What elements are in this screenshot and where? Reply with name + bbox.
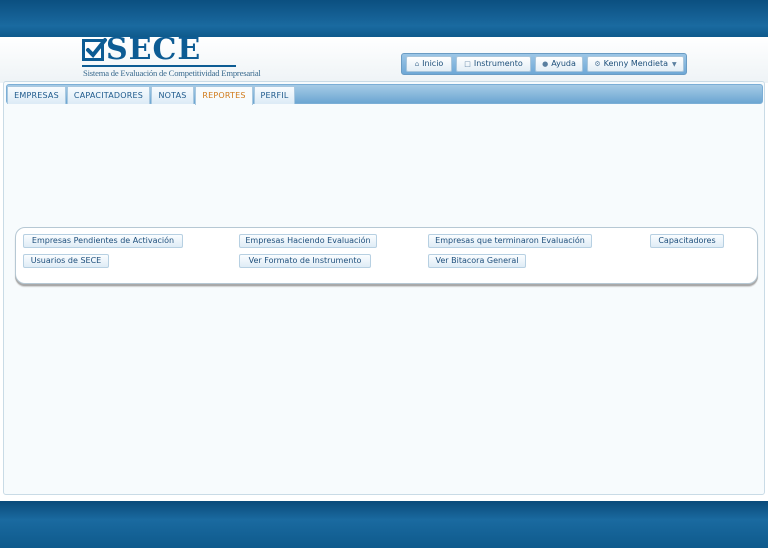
empresas-pendientes-button[interactable]: Empresas Pendientes de Activación (23, 234, 183, 248)
footer-banner (0, 501, 768, 548)
ayuda-button[interactable]: ● Ayuda (535, 56, 583, 72)
empresas-terminaron-button[interactable]: Empresas que terminaron Evaluación (428, 234, 592, 248)
user-name: Kenny Mendieta (603, 59, 668, 68)
gear-icon: ⚙ (594, 60, 601, 68)
ayuda-label: Ayuda (551, 59, 576, 68)
usuarios-sece-button[interactable]: Usuarios de SECE (23, 254, 109, 268)
capacitadores-report-button[interactable]: Capacitadores (650, 234, 724, 248)
main-panel (3, 81, 765, 495)
tab-capacitadores[interactable]: CAPACITADORES (67, 86, 150, 104)
logo-title: SECE (106, 32, 202, 67)
empresas-haciendo-button[interactable]: Empresas Haciendo Evaluación (239, 234, 377, 248)
tab-reportes[interactable]: REPORTES (195, 86, 253, 105)
chevron-down-icon: ▼ (672, 61, 677, 68)
instrumento-label: Instrumento (473, 59, 523, 68)
ver-bitacora-button[interactable]: Ver Bitacora General (428, 254, 526, 268)
tab-empresas[interactable]: EMPRESAS (7, 86, 66, 104)
user-menu-button[interactable]: ⚙ Kenny Mendieta ▼ (587, 56, 684, 72)
instrumento-button[interactable]: □ Instrumento (456, 56, 531, 72)
home-icon: ⌂ (414, 60, 420, 68)
inicio-button[interactable]: ⌂ Inicio (406, 56, 452, 72)
tab-notas[interactable]: NOTAS (151, 86, 194, 104)
document-icon: □ (464, 60, 471, 68)
logo-subtitle: Sistema de Evaluación de Competitividad … (83, 68, 261, 78)
ver-formato-button[interactable]: Ver Formato de Instrumento (239, 254, 371, 268)
logo-rule (82, 65, 236, 67)
tab-perfil[interactable]: PERFIL (254, 86, 295, 104)
inicio-label: Inicio (422, 59, 444, 68)
checkbox-logo-icon (82, 38, 107, 61)
top-navigation: ⌂ Inicio □ Instrumento ● Ayuda ⚙ Kenny Mendi… (401, 53, 687, 75)
info-icon: ● (542, 60, 549, 68)
sece-logo[interactable]: SECE Sistema de Evaluación de Competitiv… (82, 32, 261, 80)
